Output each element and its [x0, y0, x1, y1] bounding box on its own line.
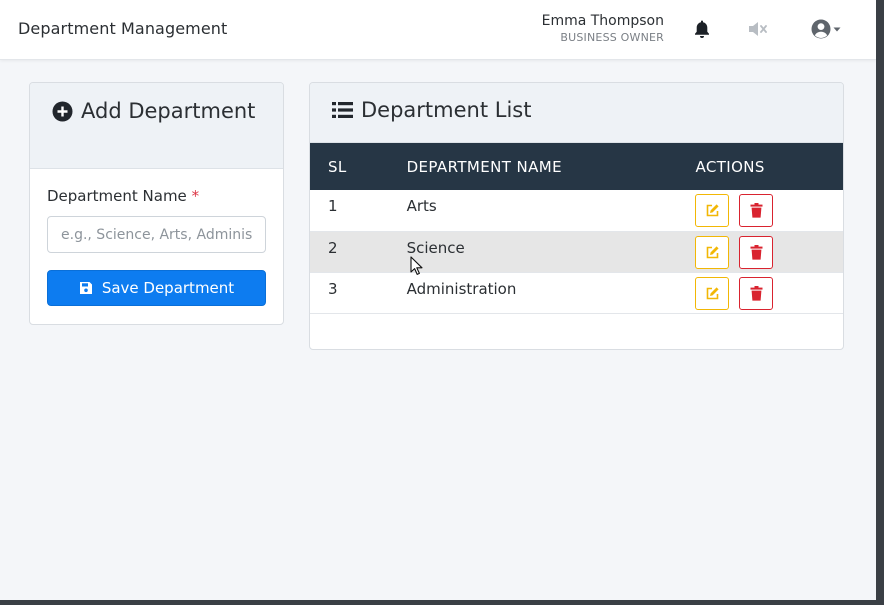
- user-role: BUSINESS OWNER: [560, 31, 664, 44]
- row-department-name: Science: [406, 238, 465, 257]
- user-name: Emma Thompson: [541, 13, 664, 29]
- column-header-sl: SL: [328, 157, 347, 176]
- edit-icon: [706, 286, 719, 299]
- delete-button[interactable]: [739, 235, 774, 269]
- save-department-label: Save Department: [101, 279, 235, 297]
- row-department-name: Administration: [406, 279, 517, 298]
- edit-button[interactable]: [695, 194, 730, 227]
- row-actions: [695, 272, 843, 313]
- edit-button[interactable]: [695, 276, 730, 310]
- department-list-header: Department List: [310, 83, 843, 143]
- required-mark: *: [191, 187, 200, 205]
- window-edge-right: [876, 0, 884, 605]
- add-department-form: Department Name * Save Department: [30, 169, 283, 306]
- department-list-title-text: Department List: [361, 98, 532, 122]
- row-department-name: Arts: [406, 197, 437, 215]
- department-list-title: Department List: [332, 98, 821, 123]
- edit-icon: [706, 245, 719, 258]
- list-icon: [332, 102, 353, 118]
- save-icon: [79, 282, 92, 294]
- add-department-title-text: Add Department: [81, 99, 256, 123]
- trash-icon: [750, 244, 763, 260]
- user-menu[interactable]: [808, 18, 844, 40]
- column-header-actions: ACTIONS: [695, 157, 765, 176]
- department-table: SL DEPARTMENT NAME ACTIONS 1 Arts 2 Scie…: [310, 143, 843, 314]
- department-list-card: Department List SL DEPARTMENT NAME ACTIO…: [309, 82, 844, 350]
- add-department-header: Add Department: [30, 83, 283, 169]
- delete-button[interactable]: [739, 276, 774, 310]
- bell-icon[interactable]: [692, 18, 712, 40]
- trash-icon: [750, 285, 763, 301]
- department-name-input[interactable]: [47, 216, 266, 253]
- department-name-label-text: Department Name: [47, 187, 187, 205]
- caret-down-icon: [833, 27, 841, 32]
- add-department-card: Add Department Department Name * Save De…: [29, 82, 284, 325]
- table-row: 1 Arts: [310, 190, 843, 231]
- table-header-row: SL DEPARTMENT NAME ACTIONS: [310, 143, 843, 190]
- table-row: 2 Science: [310, 231, 843, 272]
- app-title: Department Management: [18, 19, 228, 38]
- edit-icon: [706, 204, 719, 217]
- top-navbar: Department Management Emma Thompson BUSI…: [0, 0, 876, 60]
- volume-mute-icon[interactable]: [747, 18, 769, 40]
- user-circle-icon: [811, 19, 831, 39]
- plus-circle-icon: [52, 101, 73, 122]
- department-name-label: Department Name *: [47, 187, 266, 205]
- row-actions: [695, 231, 843, 272]
- edit-button[interactable]: [695, 235, 730, 269]
- row-actions: [695, 190, 843, 231]
- trash-icon: [750, 203, 763, 218]
- save-department-button[interactable]: Save Department: [47, 270, 266, 306]
- row-sl: 1: [328, 197, 338, 215]
- add-department-title: Add Department: [52, 99, 261, 124]
- table-row: 3 Administration: [310, 272, 843, 313]
- row-sl: 3: [328, 279, 338, 298]
- window-edge-bottom: [0, 600, 876, 605]
- column-header-department-name: DEPARTMENT NAME: [406, 157, 562, 176]
- row-sl: 2: [328, 238, 338, 257]
- delete-button[interactable]: [739, 194, 774, 227]
- user-info: Emma Thompson BUSINESS OWNER: [542, 12, 664, 45]
